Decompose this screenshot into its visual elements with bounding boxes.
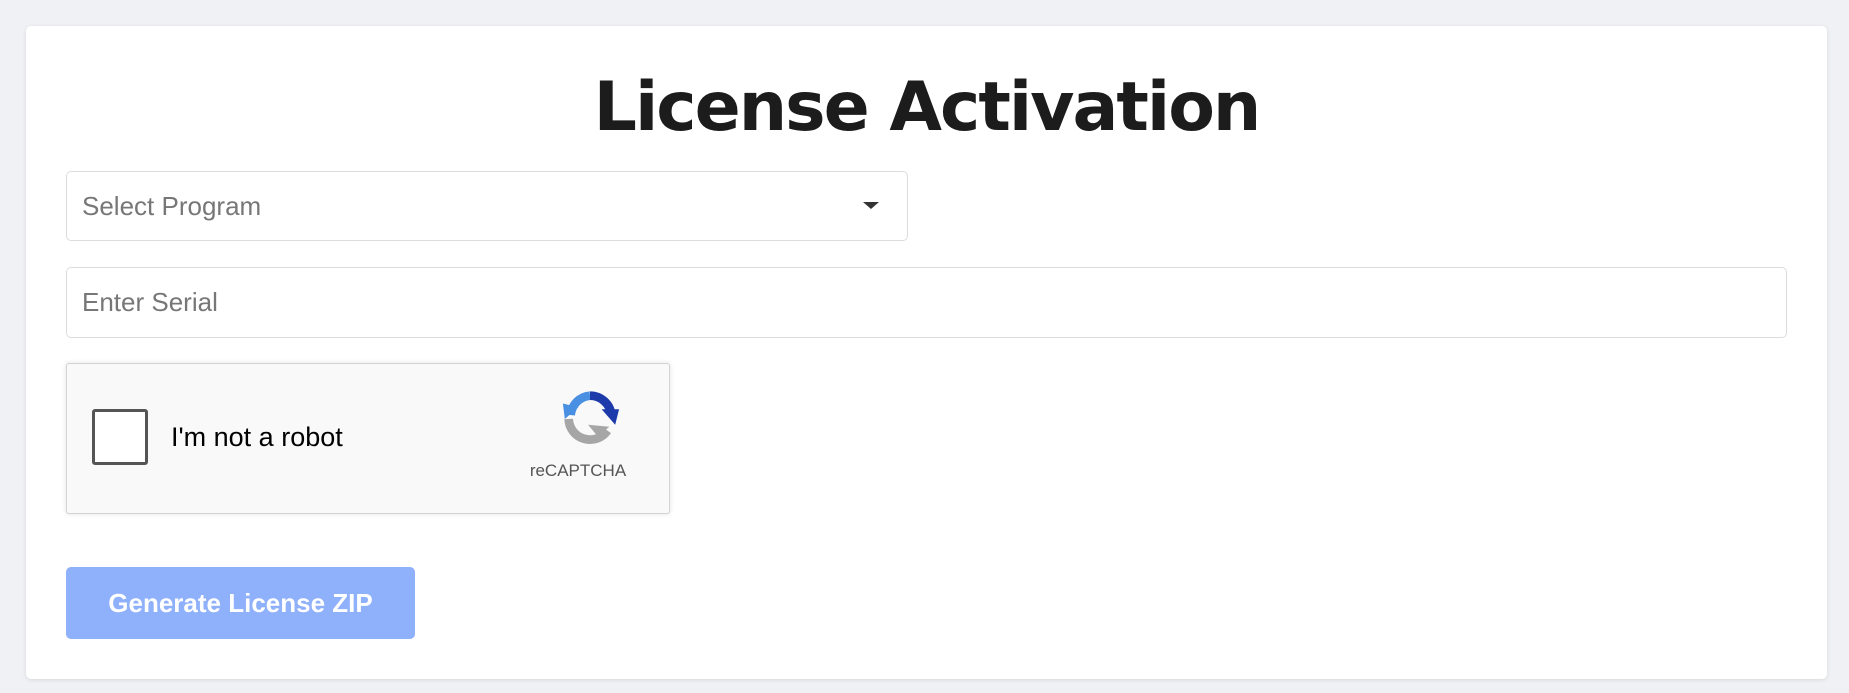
caret-down-icon[interactable] [863,202,879,209]
recaptcha-brand: reCAPTCHA [529,461,627,480]
recaptcha-logo-icon [562,391,620,444]
license-card: License Activation Select Program I'm no… [26,26,1827,679]
program-select-placeholder: Select Program [82,191,262,221]
generate-license-zip-button[interactable]: Generate License ZIP [66,567,415,639]
recaptcha-label: I'm not a robot [171,422,343,452]
recaptcha-checkbox[interactable] [92,409,148,465]
recaptcha-widget: I'm not a robot reCAPTCHA [66,363,670,514]
serial-input[interactable] [66,267,1787,338]
program-select[interactable]: Select Program [66,171,908,241]
page-title: License Activation [593,68,1262,147]
